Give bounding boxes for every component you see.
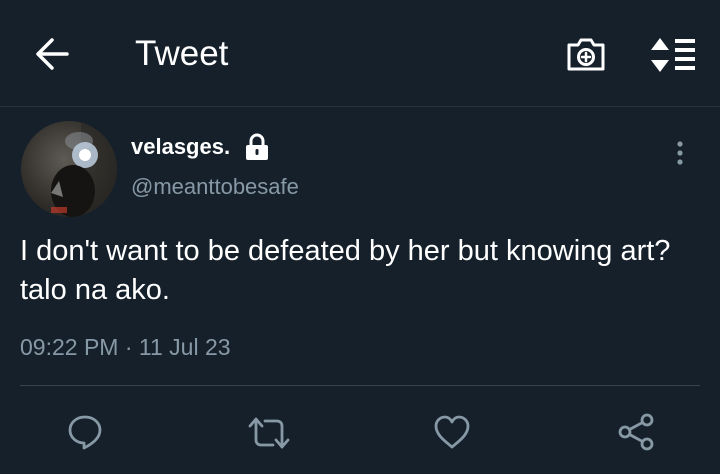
divider xyxy=(20,385,700,386)
reply-icon[interactable] xyxy=(67,414,103,450)
tweet-timestamp: 09:22 PM · 11 Jul 23 xyxy=(20,334,231,360)
page-title: Tweet xyxy=(135,34,229,73)
heart-icon[interactable] xyxy=(433,414,471,450)
sort-list-icon[interactable] xyxy=(650,36,698,74)
retweet-icon[interactable] xyxy=(247,416,291,450)
arrow-left-icon[interactable] xyxy=(34,37,70,71)
top-app-bar: Tweet xyxy=(0,0,720,107)
avatar[interactable] xyxy=(21,121,117,217)
camera-plus-icon[interactable] xyxy=(565,36,607,72)
share-icon[interactable] xyxy=(616,412,656,452)
more-vertical-icon[interactable] xyxy=(674,140,686,166)
avatar-photo xyxy=(51,121,117,217)
tweet-text: I don't want to be defeated by her but k… xyxy=(20,235,671,306)
user-handle[interactable]: @meanttobesafe xyxy=(131,174,299,200)
display-name[interactable]: velasges. xyxy=(131,134,230,160)
lock-icon xyxy=(246,133,268,160)
